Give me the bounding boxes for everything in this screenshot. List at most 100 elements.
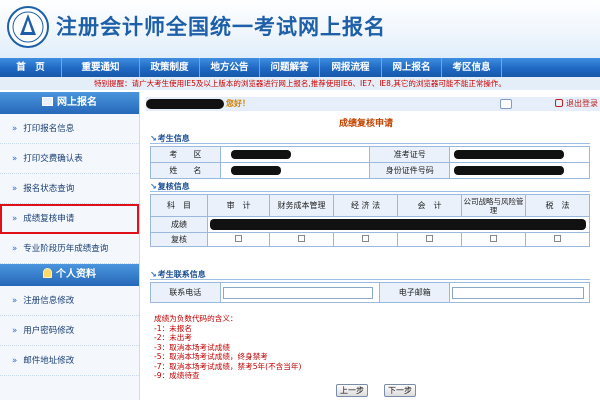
logout-link[interactable]: 退出登录: [555, 97, 598, 111]
subject-tax-law: 税 法: [524, 194, 591, 217]
section-marker-icon: ↘: [150, 134, 157, 143]
user-icon: [43, 268, 52, 278]
email-cell: [449, 282, 590, 303]
nav-filler: [502, 58, 600, 77]
section-contact-info: ↘考生联系信息: [150, 270, 590, 280]
sidebar-item-print-registration[interactable]: » 打印报名信息: [0, 114, 139, 144]
refresh-icon[interactable]: [500, 99, 512, 109]
sidebar-item-change-password[interactable]: » 用户密码修改: [0, 316, 139, 346]
chevron-right-icon: »: [12, 124, 18, 134]
review-cell-accounting: [397, 232, 463, 247]
negative-score-legend: 成绩为负数代码的含义： -1：未报名 -2：未出考 -3：取消本场考试成绩 -5…: [154, 314, 454, 381]
section-candidate-info: ↘考生信息: [150, 134, 590, 144]
review-cell-tax-law: [524, 232, 591, 247]
legend-line: -2：未出考: [154, 333, 192, 342]
greeting-text: 您好！: [226, 99, 250, 108]
chevron-right-icon: »: [12, 244, 18, 254]
legend-line: -1：未报名: [154, 323, 192, 333]
phone-cell: [219, 282, 381, 303]
ticket-value: [449, 146, 590, 163]
next-step-button[interactable]: 下一步: [384, 384, 416, 397]
nav-home[interactable]: 首 页: [0, 58, 62, 77]
subject-label: 科 目: [149, 194, 209, 217]
score-label: 成绩: [149, 216, 209, 233]
prev-step-button[interactable]: 上一步: [336, 384, 368, 397]
sidebar-heading-personal: 个人资料: [0, 264, 139, 286]
subject-audit: 审 计: [207, 194, 271, 217]
subject-accounting: 会 计: [397, 194, 463, 217]
review-checkbox-economic-law[interactable]: [362, 235, 370, 242]
area-label: 考 区: [150, 146, 221, 163]
ticket-label: 准考证号: [369, 146, 451, 163]
legend-line: -3：取消本场考试成绩: [154, 342, 230, 352]
phone-input[interactable]: [222, 286, 373, 299]
name-label: 姓 名: [150, 162, 221, 179]
sidebar-item-change-email[interactable]: » 邮件地址修改: [0, 346, 139, 376]
id-value: [449, 162, 590, 179]
chevron-right-icon: »: [12, 356, 18, 366]
section-marker-icon: ↘: [150, 182, 157, 191]
main-content: 您好！ 退出登录 成绩复核申请 ↘考生信息 考 区 准考证号 姓 名 身份证件号…: [146, 92, 600, 400]
sidebar-item-print-payment[interactable]: » 打印交费确认表: [0, 144, 139, 174]
redacted-scores: [210, 219, 587, 230]
review-cell-strategy-risk: [461, 232, 526, 247]
redacted-name: [230, 166, 281, 175]
subject-strategy-risk: 公司战略与风险管理: [461, 194, 526, 217]
sidebar-item-history-scores[interactable]: » 专业阶段历年成绩查询: [0, 234, 139, 264]
review-checkbox-tax-law[interactable]: [553, 235, 561, 242]
legend-line: -5：取消本场考试成绩，终身禁考: [154, 352, 268, 361]
nav-exam-area-info[interactable]: 考区信息: [442, 58, 502, 77]
form-title: 成绩复核申请: [338, 119, 393, 129]
review-cell-financial-cost: [269, 232, 335, 247]
legend-line: -7：取消本场考试成绩，禁考5年(不含当年): [154, 361, 302, 371]
nav-important-notice[interactable]: 重要通知: [62, 58, 140, 77]
sidebar-heading-online: 网上报名: [0, 92, 139, 114]
sidebar-item-status-query[interactable]: » 报名状态查询: [0, 174, 139, 204]
email-label: 电子邮箱: [379, 282, 451, 303]
site-title: 注册会计师全国统一考试网上报名: [56, 14, 386, 39]
name-value: [219, 162, 371, 179]
nav-online-registration[interactable]: 网上报名: [382, 58, 442, 77]
browser-notice: 特别提醒：请广大考生使用IE5及以上版本的浏览器进行网上报名,推荐使用IE6、I…: [0, 77, 600, 90]
nav-policy[interactable]: 政策制度: [140, 58, 200, 77]
legend-title: 成绩为负数代码的含义：: [154, 314, 238, 323]
monitor-icon: [42, 97, 53, 106]
nav-faq[interactable]: 问题解答: [260, 58, 320, 77]
legend-line: -9：成绩待查: [154, 371, 200, 380]
sidebar-item-score-review[interactable]: » 成绩复核申请: [0, 204, 139, 234]
email-input[interactable]: [452, 286, 585, 299]
review-label: 复核: [149, 232, 209, 247]
area-value: [219, 146, 371, 163]
redacted-username: [146, 99, 224, 109]
subject-financial-cost: 财务成本管理: [269, 194, 335, 217]
logout-icon: [555, 99, 563, 107]
sidebar-item-edit-registration[interactable]: » 注册信息修改: [0, 286, 139, 316]
review-cell-audit: [207, 232, 271, 247]
site-header: 注册会计师全国统一考试网上报名: [0, 0, 600, 58]
redacted-ticket: [454, 150, 565, 159]
review-checkbox-accounting[interactable]: [426, 235, 434, 242]
subject-economic-law: 经 济 法: [333, 194, 399, 217]
review-checkbox-strategy-risk[interactable]: [490, 235, 497, 242]
redacted-area: [230, 150, 291, 159]
id-label: 身份证件号码: [369, 162, 451, 179]
score-values: [207, 216, 590, 233]
chevron-right-icon: »: [12, 296, 18, 306]
review-checkbox-audit[interactable]: [235, 235, 243, 242]
chevron-right-icon: »: [12, 214, 18, 224]
contact-info-table: 联系电话 电子邮箱: [150, 282, 590, 303]
main-nav: 首 页 重要通知 政策制度 地方公告 问题解答 网报流程 网上报名 考区信息: [0, 58, 600, 77]
chevron-right-icon: »: [12, 184, 18, 194]
sidebar: 网上报名 » 打印报名信息 » 打印交费确认表 » 报名状态查询 » 成绩复核申请 » 专…: [0, 92, 140, 400]
redacted-id: [454, 166, 565, 175]
section-marker-icon: ↘: [150, 270, 157, 279]
phone-label: 联系电话: [150, 282, 221, 303]
candidate-info-table: 考 区 准考证号 姓 名 身份证件号码: [150, 146, 590, 179]
nav-local-announcement[interactable]: 地方公告: [200, 58, 260, 77]
review-checkbox-financial-cost[interactable]: [298, 235, 306, 242]
chevron-right-icon: »: [12, 326, 18, 336]
section-review-info: ↘复核信息: [150, 182, 590, 192]
greeting-bar: 您好！ 退出登录: [146, 97, 600, 111]
nav-process[interactable]: 网报流程: [320, 58, 382, 77]
review-cell-economic-law: [333, 232, 399, 247]
